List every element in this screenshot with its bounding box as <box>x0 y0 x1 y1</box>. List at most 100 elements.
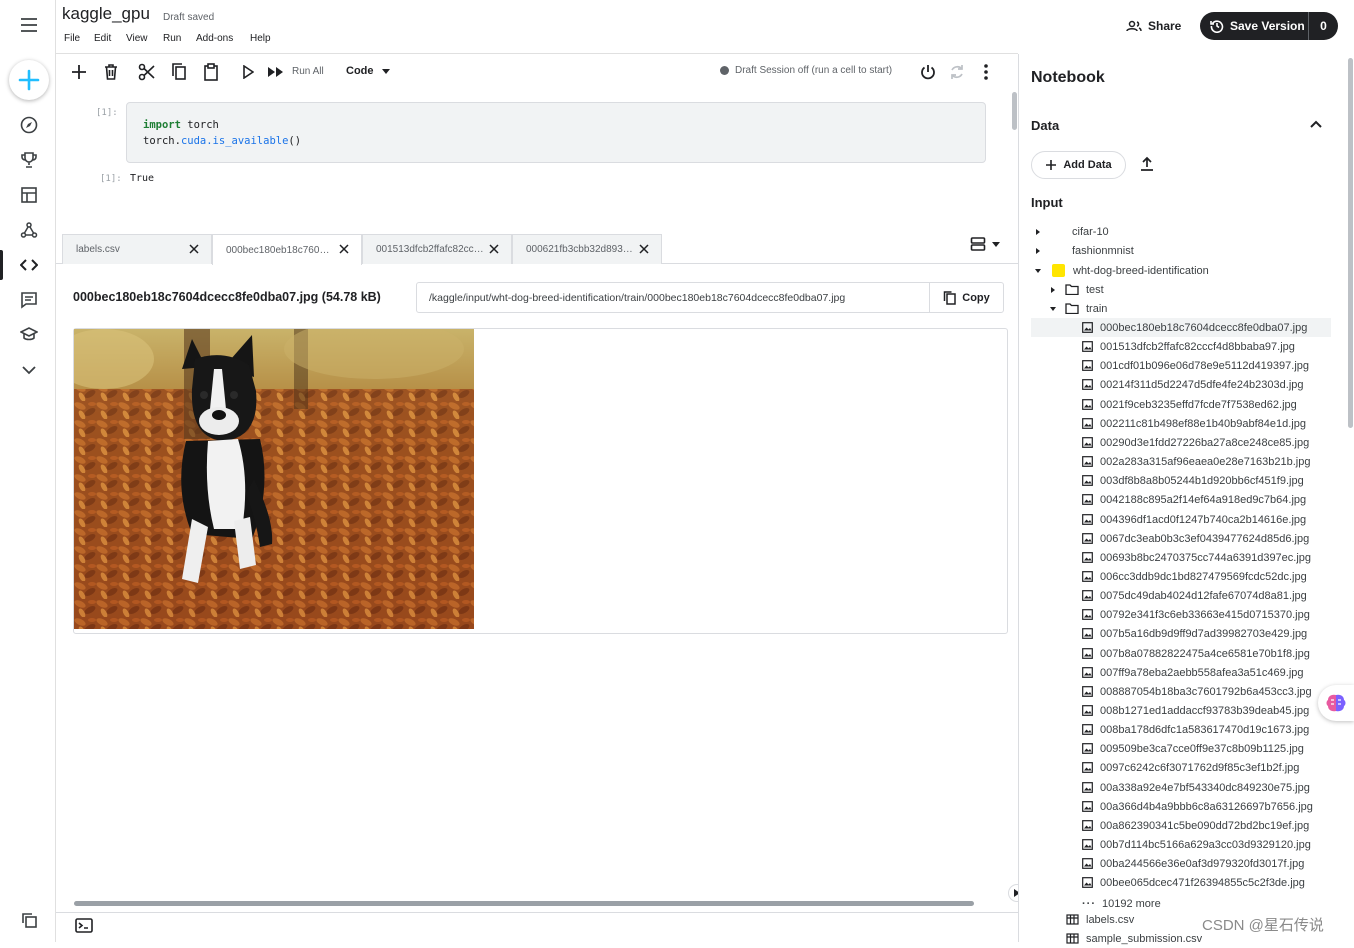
file-row[interactable]: 001cdf01b096e06d78e9e5112d419397.jpg <box>1082 356 1332 375</box>
side-panel-scrollbar[interactable] <box>1348 58 1353 428</box>
file-row[interactable]: 00a366d4b4a9bbb6c8a63126697b7656.jpg <box>1082 797 1332 816</box>
close-icon[interactable] <box>189 244 199 254</box>
file-row[interactable]: 002211c81b498ef88e1b40b9abf84e1d.jpg <box>1082 414 1332 433</box>
models-icon[interactable] <box>14 215 44 245</box>
hamburger-menu-icon[interactable] <box>14 10 44 40</box>
file-row[interactable]: 00bee065dcec471f26394855c5c2f3de.jpg <box>1082 873 1332 892</box>
file-row[interactable]: 000bec180eb18c7604dcecc8fe0dba07.jpg <box>1031 318 1331 337</box>
file-row[interactable]: 007b8a07882822475a4ce6581e70b1f8.jpg <box>1082 644 1332 663</box>
table-icon[interactable] <box>14 180 44 210</box>
file-row[interactable]: 0075dc49dab4024d12fafe67074d8a81.jpg <box>1082 586 1332 605</box>
cut-icon[interactable] <box>137 62 157 82</box>
file-row[interactable]: 008b1271ed1addaccf93783b39deab45.jpg <box>1082 701 1332 720</box>
tab-image-active[interactable]: 000bec180eb18c7604dcecc8fe0dba07.jpg <box>212 234 362 265</box>
file-row[interactable]: 007b5a16db9d9ff9d7ad39982703e429.jpg <box>1082 624 1332 643</box>
file-row[interactable]: 008887054b18ba3c7601792b6a453cc3.jpg <box>1082 682 1332 701</box>
tab-labels-csv[interactable]: labels.csv <box>62 234 212 264</box>
caret-right-icon[interactable] <box>1034 247 1042 255</box>
main-scrollbar[interactable] <box>1012 92 1017 130</box>
file-row[interactable]: 00792e341f3c6eb33663e415d0715370.jpg <box>1082 605 1332 624</box>
dataset-row-cifar10[interactable]: cifar-10 <box>1034 222 1109 241</box>
file-row[interactable]: 001513dfcb2ffafc82cccf4d8bbaba97.jpg <box>1082 337 1332 356</box>
discussion-icon[interactable] <box>14 285 44 315</box>
dataset-name: cifar-10 <box>1072 225 1109 238</box>
tab-image-3[interactable]: 000621fb3cbb32d8935728e48679680e.jpg <box>512 234 662 264</box>
code-cell-editor[interactable]: import torch torch.cuda.is_available() <box>126 102 986 163</box>
trophy-icon[interactable] <box>14 145 44 175</box>
file-row[interactable]: 003df8b8a8b05244b1d920bb6cf451f9.jpg <box>1082 471 1332 490</box>
file-row[interactable]: 002a283a315af96eaea0e28e7163b21b.jpg <box>1082 452 1332 471</box>
learn-icon[interactable] <box>14 320 44 350</box>
power-icon[interactable] <box>918 62 938 82</box>
share-button[interactable]: Share <box>1120 13 1187 39</box>
file-row[interactable]: 0067dc3eab0b3c3ef0439477624d85d6.jpg <box>1082 529 1332 548</box>
folder-row-train[interactable]: train <box>1049 299 1107 318</box>
console-icon[interactable] <box>75 918 93 933</box>
upload-icon[interactable] <box>1139 156 1155 172</box>
file-row[interactable]: 004396df1acd0f1247b740ca2b14616e.jpg <box>1082 510 1332 529</box>
dataset-row-fashionmnist[interactable]: fashionmnist <box>1034 241 1134 260</box>
copy-icon[interactable] <box>169 62 189 82</box>
menu-view[interactable]: View <box>126 33 148 44</box>
delete-icon[interactable] <box>101 62 121 82</box>
file-row[interactable]: 00214f311d5d2247d5dfe4fe24b2303d.jpg <box>1082 375 1332 394</box>
cell-input-prompt: [1]: <box>96 108 118 118</box>
file-row[interactable]: 00b7d114bc5166a629a3cc03d9329120.jpg <box>1082 835 1332 854</box>
file-row[interactable]: 0097c6242c6f3071762d9f85c3ef1b2f.jpg <box>1082 758 1332 777</box>
create-button[interactable] <box>9 60 49 100</box>
data-section-heading[interactable]: Data <box>1031 118 1059 133</box>
copy-pages-icon[interactable] <box>14 905 44 935</box>
compass-icon[interactable] <box>14 110 44 140</box>
ai-assistant-button[interactable] <box>1318 685 1354 721</box>
file-row[interactable]: 006cc3ddb9dc1bd827479569fcdc52dc.jpg <box>1082 567 1332 586</box>
file-row[interactable]: 00693b8bc2470375cc744a6391d397ec.jpg <box>1082 548 1332 567</box>
file-row[interactable]: 0042188c895a2f14ef64a918ed9c7b64.jpg <box>1082 490 1332 509</box>
paste-icon[interactable] <box>201 62 221 82</box>
caret-down-icon[interactable] <box>1034 267 1042 275</box>
menu-run[interactable]: Run <box>163 33 181 44</box>
code-icon[interactable] <box>0 250 44 280</box>
run-all-button[interactable]: Run All <box>292 66 324 77</box>
layout-toggle-button[interactable] <box>970 236 1000 252</box>
file-row[interactable]: 00a338a92e4e7bf543340dc849230e75.jpg <box>1082 778 1332 797</box>
menu-help[interactable]: Help <box>250 33 271 44</box>
file-path-field[interactable]: /kaggle/input/wht-dog-breed-identificati… <box>416 282 1004 313</box>
dataset-row-dog-breed[interactable]: wht-dog-breed-identification <box>1034 261 1209 280</box>
file-path-text[interactable]: /kaggle/input/wht-dog-breed-identificati… <box>417 292 929 304</box>
restart-icon[interactable] <box>947 62 967 82</box>
save-version-button[interactable]: Save Version 0 <box>1200 12 1338 40</box>
menu-edit[interactable]: Edit <box>94 33 111 44</box>
file-row[interactable]: 00ba244566e36e0af3d979320fd3017f.jpg <box>1082 854 1332 873</box>
menu-addons[interactable]: Add-ons <box>196 33 233 44</box>
add-cell-icon[interactable] <box>69 62 89 82</box>
caret-right-icon[interactable] <box>1034 228 1042 236</box>
chevron-down-icon[interactable] <box>14 355 44 385</box>
tab-image-2[interactable]: 001513dfcb2ffafc82cccf4d8bbaba97.jpg <box>362 234 512 264</box>
file-row[interactable]: 007ff9a78eba2aebb558afea3a51c469.jpg <box>1082 663 1332 682</box>
close-icon[interactable] <box>489 244 499 254</box>
caret-right-icon[interactable] <box>1049 286 1057 294</box>
file-row[interactable]: 008ba178d6dfc1a583617470d19c1673.jpg <box>1082 720 1332 739</box>
chevron-up-icon[interactable] <box>1308 117 1324 133</box>
add-data-button[interactable]: Add Data <box>1031 151 1126 179</box>
run-cell-icon[interactable] <box>238 62 258 82</box>
file-name: 00214f311d5d2247d5dfe4fe24b2303d.jpg <box>1100 378 1304 391</box>
caret-down-icon[interactable] <box>1049 305 1057 313</box>
more-options-icon[interactable] <box>976 62 996 82</box>
notebook-title[interactable]: kaggle_gpu <box>62 4 150 24</box>
file-row[interactable]: 009509be3ca7cce0ff9e37c8b09b1125.jpg <box>1082 739 1332 758</box>
close-icon[interactable] <box>639 244 649 254</box>
file-row[interactable]: 0021f9ceb3235effd7fcde7f7538ed62.jpg <box>1082 395 1332 414</box>
copy-path-button[interactable]: Copy <box>929 283 1003 312</box>
close-icon[interactable] <box>339 244 349 254</box>
file-row[interactable]: 00a862390341c5be090dd72bd2bc19ef.jpg <box>1082 816 1332 835</box>
file-row[interactable]: 00290d3e1fdd27226ba27a8ce248ce85.jpg <box>1082 433 1332 452</box>
run-all-icon[interactable] <box>266 62 286 82</box>
root-file-row[interactable]: sample_submission.csv <box>1066 929 1202 948</box>
folder-row-test[interactable]: test <box>1049 280 1104 299</box>
root-file-row[interactable]: labels.csv <box>1066 910 1134 929</box>
cell-type-select[interactable]: Code <box>346 65 390 77</box>
save-version-count[interactable]: 0 <box>1308 12 1338 40</box>
horizontal-scrollbar[interactable] <box>74 901 974 906</box>
menu-file[interactable]: File <box>64 33 80 44</box>
